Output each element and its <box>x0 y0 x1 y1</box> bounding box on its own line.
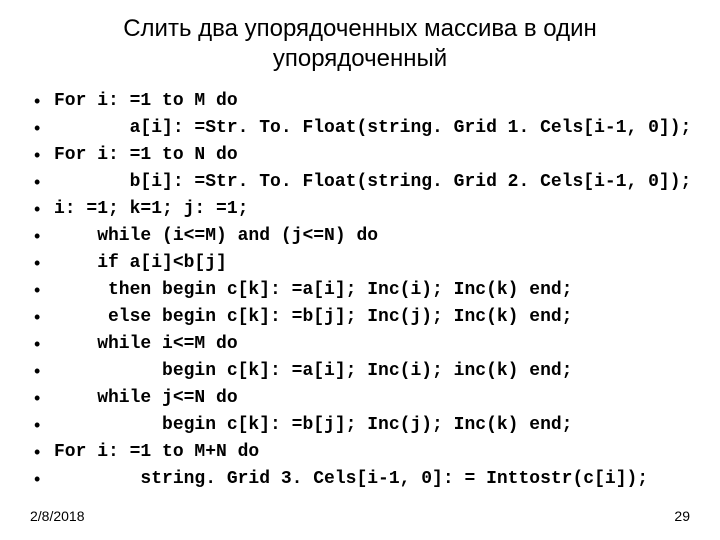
code-text: begin c[k]: =b[j]; Inc(j); Inc(k) end; <box>54 412 572 439</box>
code-text: else begin c[k]: =b[j]; Inc(j); Inc(k) e… <box>54 304 572 331</box>
code-line: • while j<=N do <box>34 385 696 412</box>
code-text: i: =1; k=1; j: =1; <box>54 196 248 223</box>
code-line: • string. Grid 3. Cels[i-1, 0]: = Inttos… <box>34 466 696 493</box>
code-text: if a[i]<b[j] <box>54 250 227 277</box>
code-text: while i<=M do <box>54 331 238 358</box>
bullet-icon: • <box>34 439 54 466</box>
bullet-icon: • <box>34 88 54 115</box>
code-text: begin c[k]: =a[i]; Inc(i); inc(k) end; <box>54 358 572 385</box>
code-line: •For i: =1 to M+N do <box>34 439 696 466</box>
code-line: • begin c[k]: =a[i]; Inc(i); inc(k) end; <box>34 358 696 385</box>
bullet-icon: • <box>34 331 54 358</box>
code-line: •For i: =1 to N do <box>34 142 696 169</box>
code-text: For i: =1 to M+N do <box>54 439 259 466</box>
code-text: while j<=N do <box>54 385 238 412</box>
code-text: a[i]: =Str. To. Float(string. Grid 1. Ce… <box>54 115 691 142</box>
code-text: b[i]: =Str. To. Float(string. Grid 2. Ce… <box>54 169 691 196</box>
code-text: string. Grid 3. Cels[i-1, 0]: = Inttostr… <box>54 466 648 493</box>
bullet-icon: • <box>34 223 54 250</box>
bullet-icon: • <box>34 250 54 277</box>
title-line-1: Слить два упорядоченных массива в один <box>123 15 597 42</box>
code-text: while (i<=M) and (j<=N) do <box>54 223 378 250</box>
code-line: •i: =1; k=1; j: =1; <box>34 196 696 223</box>
code-line: • else begin c[k]: =b[j]; Inc(j); Inc(k)… <box>34 304 696 331</box>
bullet-icon: • <box>34 277 54 304</box>
slide-title: Слить два упорядоченных массива в один у… <box>0 0 720 74</box>
bullet-icon: • <box>34 304 54 331</box>
footer-date: 2/8/2018 <box>30 508 85 524</box>
code-text: For i: =1 to N do <box>54 142 238 169</box>
bullet-icon: • <box>34 385 54 412</box>
code-line: • while (i<=M) and (j<=N) do <box>34 223 696 250</box>
code-line: • a[i]: =Str. To. Float(string. Grid 1. … <box>34 115 696 142</box>
code-line: • b[i]: =Str. To. Float(string. Grid 2. … <box>34 169 696 196</box>
code-text: For i: =1 to M do <box>54 88 238 115</box>
slide-footer: 2/8/2018 29 <box>0 508 720 524</box>
bullet-icon: • <box>34 142 54 169</box>
code-text: then begin c[k]: =a[i]; Inc(i); Inc(k) e… <box>54 277 572 304</box>
slide: Слить два упорядоченных массива в один у… <box>0 0 720 540</box>
bullet-icon: • <box>34 115 54 142</box>
bullet-icon: • <box>34 169 54 196</box>
footer-page-number: 29 <box>674 508 690 524</box>
code-line: • while i<=M do <box>34 331 696 358</box>
bullet-icon: • <box>34 358 54 385</box>
title-line-2: упорядоченный <box>273 45 447 72</box>
code-line: • begin c[k]: =b[j]; Inc(j); Inc(k) end; <box>34 412 696 439</box>
code-line: • if a[i]<b[j] <box>34 250 696 277</box>
code-line: • then begin c[k]: =a[i]; Inc(i); Inc(k)… <box>34 277 696 304</box>
bullet-icon: • <box>34 196 54 223</box>
slide-body: •For i: =1 to M do • a[i]: =Str. To. Flo… <box>0 74 720 493</box>
code-line: •For i: =1 to M do <box>34 88 696 115</box>
bullet-icon: • <box>34 412 54 439</box>
bullet-icon: • <box>34 466 54 493</box>
